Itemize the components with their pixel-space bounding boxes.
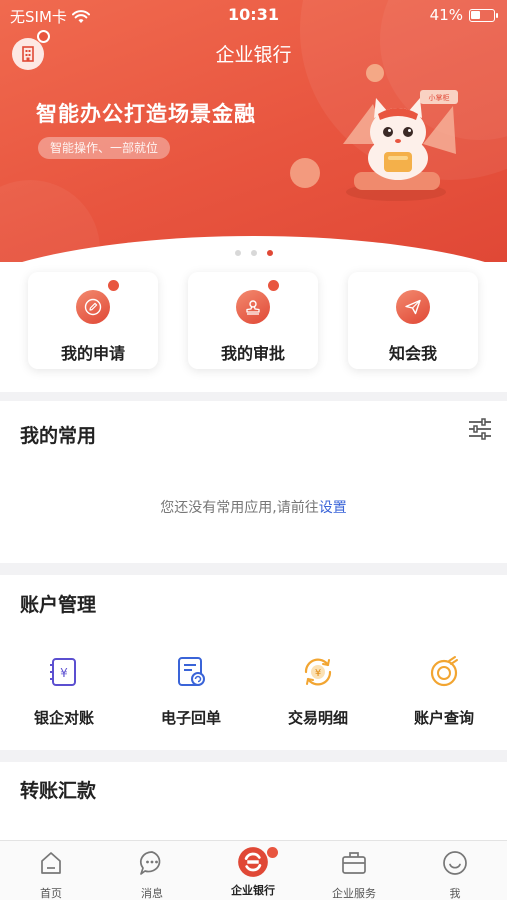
tab-me[interactable]: 我 <box>415 849 495 900</box>
account-section: 账户管理 ¥ 银企对账 电子回单 ¥ 交易明细 账户查询 <box>0 575 507 750</box>
tab-messages[interactable]: 消息 <box>112 849 192 900</box>
banner-decoration <box>290 158 320 188</box>
section-title: 我的常用 <box>20 425 97 447</box>
section-title: 转账汇款 <box>20 780 97 802</box>
yen-coin-icon: ¥ <box>304 658 332 686</box>
bank-logo-icon <box>238 847 268 877</box>
tab-label: 企业银行 <box>231 884 275 897</box>
account-item-account-inquiry[interactable]: 账户查询 <box>394 655 494 728</box>
sliders-icon[interactable] <box>467 417 493 441</box>
tab-home[interactable]: 首页 <box>11 849 91 900</box>
home-icon <box>41 852 61 874</box>
page-title: 企业银行 <box>215 44 292 66</box>
svg-text:小掌柜: 小掌柜 <box>429 93 450 102</box>
banner-pager <box>0 250 507 256</box>
tab-label: 企业服务 <box>332 887 376 900</box>
quick-action-label: 我的申请 <box>60 344 125 363</box>
tab-enterprise-bank[interactable]: 企业银行 <box>213 847 293 898</box>
battery-level <box>471 10 480 19</box>
notification-badge <box>268 280 279 291</box>
settings-link[interactable]: 设置 <box>319 500 347 516</box>
quick-action-my-approvals[interactable]: 我的审批 <box>188 272 318 369</box>
account-item-label: 账户查询 <box>413 709 474 727</box>
lucky-cat-mascot-icon: 小掌柜 <box>343 90 458 201</box>
tab-label: 消息 <box>141 887 163 900</box>
transfer-section: 转账汇款 <box>0 762 507 842</box>
quick-action-label: 知会我 <box>388 344 437 363</box>
account-item-label: 银企对账 <box>33 709 94 727</box>
banner-subtitle: 智能操作、一部就位 <box>38 137 171 159</box>
section-title: 账户管理 <box>20 594 97 616</box>
battery-icon <box>469 8 498 22</box>
status-right: 41% <box>429 6 498 24</box>
notification-badge <box>267 847 278 858</box>
account-search-icon <box>430 656 458 687</box>
stamp-icon <box>236 290 270 324</box>
tab-label: 我 <box>449 887 461 900</box>
quick-action-notify-me[interactable]: 知会我 <box>348 272 478 369</box>
pager-dot[interactable] <box>250 250 257 256</box>
yen-document-icon: ¥ <box>50 658 76 686</box>
pager-dot[interactable] <box>234 250 241 256</box>
banner-headline[interactable]: 智能办公打造场景金融 <box>36 98 256 128</box>
account-item-label: 交易明细 <box>287 709 348 727</box>
account-item-bank-reconciliation[interactable]: ¥ 银企对账 <box>14 655 114 728</box>
empty-message-text: 您还没有常用应用,请前往 <box>160 500 319 516</box>
smiley-icon <box>443 851 467 875</box>
pen-icon <box>76 290 110 324</box>
svg-text:¥: ¥ <box>315 668 321 679</box>
account-item-transaction-details[interactable]: ¥ 交易明细 <box>268 655 368 728</box>
message-icon <box>140 851 161 875</box>
account-item-label: 电子回单 <box>160 709 221 727</box>
pager-dot-active[interactable] <box>266 250 273 256</box>
account-item-e-receipt[interactable]: 电子回单 <box>141 655 241 728</box>
status-bar: 无SIM卡 10:31 41% <box>0 0 507 30</box>
tab-label: 首页 <box>40 887 62 900</box>
favorites-section: 我的常用 您还没有常用应用,请前往设置 <box>0 401 507 563</box>
bottom-tab-bar: 首页 消息 企业银行 企业服务 我 <box>0 840 507 900</box>
favorites-empty-message: 您还没有常用应用,请前往设置 <box>0 497 507 517</box>
header-banner: 无SIM卡 10:31 41% 企业银行 智能办公打造场景金融 智能操作、一部就… <box>0 0 507 262</box>
quick-action-label: 我的审批 <box>220 344 285 363</box>
receipt-icon <box>178 657 205 686</box>
quick-action-my-applications[interactable]: 我的申请 <box>28 272 158 369</box>
briefcase-icon <box>342 852 366 874</box>
tab-enterprise-services[interactable]: 企业服务 <box>314 849 394 900</box>
notification-badge <box>108 280 119 291</box>
paper-plane-icon <box>396 290 430 324</box>
svg-text:¥: ¥ <box>60 666 68 680</box>
battery-percent: 41% <box>429 6 463 24</box>
